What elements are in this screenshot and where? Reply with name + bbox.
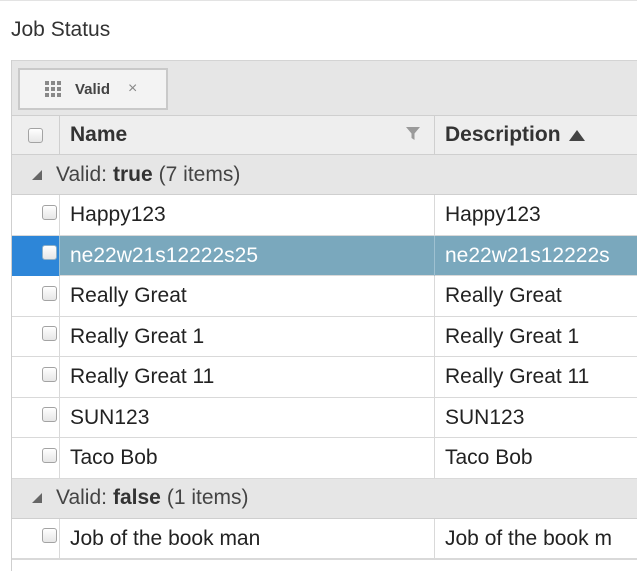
- header-select-all[interactable]: [12, 116, 60, 154]
- table-row[interactable]: Job of the book man Job of the book m: [12, 518, 637, 559]
- group-count: (7 items): [158, 162, 241, 186]
- column-header-description[interactable]: Description: [435, 116, 637, 154]
- group-label: Valid:: [56, 162, 107, 186]
- sort-ascending-icon: [568, 129, 585, 141]
- row-select-cell[interactable]: [12, 235, 60, 276]
- description-cell: Job of the book m: [445, 526, 612, 550]
- grid-bottom-edge: [12, 559, 637, 565]
- group-value: false: [112, 486, 161, 509]
- name-cell: SUN123: [60, 397, 435, 438]
- expanded-caret-icon[interactable]: [30, 491, 44, 505]
- name-cell: Really Great 11: [60, 357, 435, 397]
- column-header-name[interactable]: Name: [60, 116, 435, 154]
- table-row[interactable]: Really Great 1 Really Great 1: [12, 316, 637, 357]
- group-row[interactable]: Valid: false (1 items): [12, 478, 637, 519]
- row-checkbox[interactable]: [42, 285, 57, 301]
- top-divider: [0, 0, 637, 1]
- name-cell: ne22w21s12222s25: [60, 235, 435, 276]
- group-value: true: [112, 162, 153, 186]
- group-chip-valid[interactable]: Valid ×: [18, 68, 168, 110]
- row-select-cell[interactable]: [12, 438, 60, 478]
- row-select-cell[interactable]: [12, 518, 60, 559]
- description-cell: Really Great 11: [445, 365, 590, 388]
- table-row[interactable]: ne22w21s12222s25 ne22w21s12222s: [12, 235, 637, 276]
- table-row[interactable]: Happy123 Happy123: [12, 195, 637, 236]
- name-cell: Job of the book man: [60, 518, 435, 559]
- group-label: Valid:: [56, 486, 107, 509]
- column-header-name-label: Name: [70, 123, 128, 146]
- description-cell: Happy123: [445, 203, 541, 226]
- row-select-cell[interactable]: [12, 397, 60, 438]
- group-row[interactable]: Valid: true (7 items): [12, 155, 637, 195]
- group-count: (1 items): [166, 486, 249, 509]
- close-icon[interactable]: ×: [128, 80, 137, 98]
- row-checkbox[interactable]: [42, 204, 57, 220]
- row-select-cell[interactable]: [12, 357, 60, 397]
- row-checkbox[interactable]: [42, 528, 57, 543]
- name-cell: Really Great 1: [60, 316, 435, 357]
- row-checkbox[interactable]: [42, 245, 57, 260]
- row-checkbox[interactable]: [42, 366, 57, 382]
- column-header-description-label: Description: [445, 123, 561, 146]
- table-row[interactable]: Taco Bob Taco Bob: [12, 438, 637, 479]
- grid-dots-icon: [45, 81, 61, 97]
- grid-header: Name Description: [12, 115, 637, 155]
- row-select-cell[interactable]: [12, 195, 60, 235]
- table-row[interactable]: Really Great Really Great: [12, 276, 637, 317]
- grid-body: Valid: true (7 items) Happy123 Happy123 ne22w…: [12, 155, 637, 559]
- row-checkbox[interactable]: [42, 407, 57, 422]
- row-select-cell[interactable]: [12, 276, 60, 316]
- page-title: Job Status: [11, 18, 111, 41]
- description-cell: Really Great 1: [445, 324, 580, 348]
- description-cell: Really Great: [445, 284, 562, 307]
- description-cell: Taco Bob: [445, 446, 533, 469]
- name-cell: Happy123: [60, 195, 435, 235]
- job-status-grid: Valid × Name Description Valid: true (7 it…: [11, 60, 637, 571]
- row-select-cell[interactable]: [12, 316, 60, 357]
- row-checkbox[interactable]: [42, 447, 57, 463]
- name-cell: Really Great: [60, 276, 435, 316]
- group-by-panel: Valid ×: [12, 60, 637, 115]
- table-row[interactable]: SUN123 SUN123: [12, 397, 637, 438]
- name-cell: Taco Bob: [60, 438, 435, 478]
- filter-icon[interactable]: [406, 127, 420, 141]
- row-checkbox[interactable]: [42, 326, 57, 341]
- select-all-checkbox[interactable]: [28, 127, 43, 143]
- group-chip-label: Valid: [75, 80, 111, 98]
- description-cell: SUN123: [445, 405, 525, 429]
- expanded-caret-icon[interactable]: [30, 168, 44, 182]
- table-row[interactable]: Really Great 11 Really Great 11: [12, 357, 637, 398]
- description-cell: ne22w21s12222s: [445, 243, 610, 267]
